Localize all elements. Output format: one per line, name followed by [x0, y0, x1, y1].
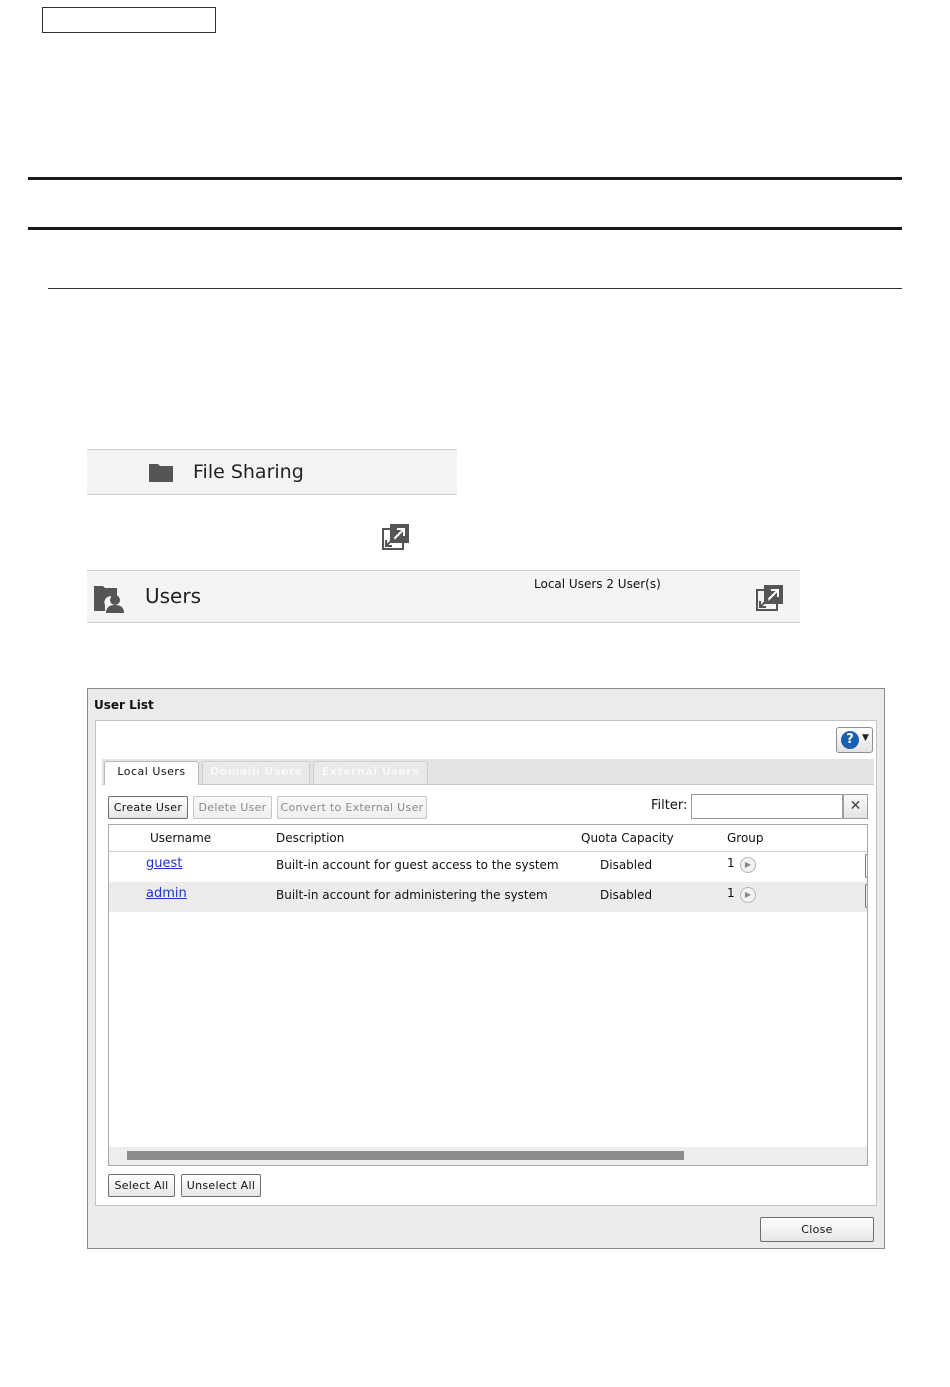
users-label: Users	[145, 584, 202, 608]
user-list-dialog: User List ? ▼ Local Users Domain Users E…	[87, 688, 885, 1249]
row-edge-handle	[865, 884, 867, 908]
username-link[interactable]: admin	[146, 886, 187, 901]
table-header: Username Description Quota Capacity Grou…	[109, 825, 867, 852]
convert-external-user-button[interactable]: Convert to External User	[277, 796, 427, 819]
dialog-body: ? ▼ Local Users Domain Users External Us…	[95, 720, 877, 1206]
tab-external-users[interactable]: External Users	[313, 761, 428, 784]
section-rule-top	[28, 177, 902, 180]
row-edge-handle	[865, 854, 867, 878]
dialog-title: User List	[94, 698, 154, 712]
filter-input[interactable]	[691, 794, 843, 819]
quota-cell: Disabled	[600, 858, 653, 872]
quota-cell: Disabled	[600, 888, 653, 902]
section-rule-mid	[28, 227, 902, 230]
help-icon: ?	[841, 731, 859, 749]
column-username[interactable]: Username	[150, 831, 211, 845]
table-row[interactable]: admin Built-in account for administering…	[109, 882, 867, 912]
tab-domain-users[interactable]: Domain Users	[202, 761, 310, 784]
expand-icon	[382, 524, 409, 550]
filter-label: Filter:	[651, 798, 688, 813]
header-box	[42, 7, 216, 33]
close-icon[interactable]: ✕	[843, 794, 868, 819]
select-all-button[interactable]: Select All	[108, 1174, 175, 1197]
tab-local-users[interactable]: Local Users	[104, 761, 199, 785]
table-row[interactable]: guest Built-in account for guest access …	[109, 852, 867, 882]
column-quota-capacity[interactable]: Quota Capacity	[581, 831, 674, 845]
expand-icon[interactable]	[756, 584, 784, 612]
username-link[interactable]: guest	[146, 856, 182, 871]
play-arrow-icon[interactable]: ▶	[740, 857, 756, 873]
column-group[interactable]: Group	[727, 831, 764, 845]
section-rule-sub	[48, 288, 902, 289]
unselect-all-button[interactable]: Unselect All	[181, 1174, 261, 1197]
delete-user-button[interactable]: Delete User	[193, 796, 272, 819]
users-bar[interactable]: Users Local Users 2 User(s)	[87, 570, 800, 623]
column-description[interactable]: Description	[276, 831, 344, 845]
play-arrow-icon[interactable]: ▶	[740, 887, 756, 903]
description-cell: Built-in account for administering the s…	[276, 888, 548, 902]
group-cell: 1	[727, 856, 735, 870]
close-button[interactable]: Close	[760, 1217, 874, 1242]
user-table: Username Description Quota Capacity Grou…	[108, 824, 868, 1166]
users-summary: Local Users 2 User(s)	[534, 577, 661, 591]
description-cell: Built-in account for guest access to the…	[276, 858, 559, 872]
users-folder-icon	[94, 586, 124, 613]
horizontal-scrollbar[interactable]	[109, 1147, 867, 1165]
group-cell: 1	[727, 886, 735, 900]
scrollbar-thumb[interactable]	[127, 1151, 684, 1160]
file-sharing-label: File Sharing	[193, 461, 304, 483]
tab-strip: Local Users Domain Users External Users	[102, 759, 874, 785]
chevron-down-icon: ▼	[862, 733, 869, 743]
folder-icon	[149, 464, 173, 482]
help-button[interactable]: ? ▼	[836, 727, 873, 753]
create-user-button[interactable]: Create User	[108, 796, 188, 819]
file-sharing-bar[interactable]: File Sharing	[87, 449, 457, 495]
